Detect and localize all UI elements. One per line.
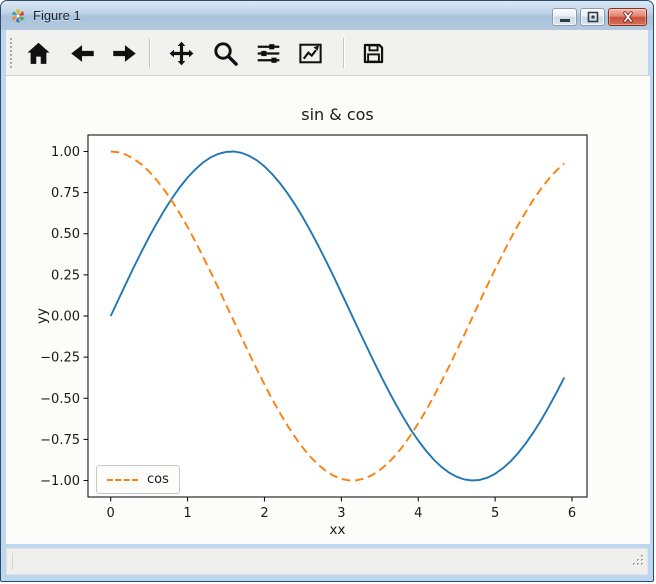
sliders-icon xyxy=(255,40,282,67)
resize-grip-icon[interactable] xyxy=(632,554,645,572)
x-tick-label: 4 xyxy=(414,506,422,521)
status-bar xyxy=(6,548,648,575)
x-tick-label: 1 xyxy=(183,506,191,521)
window-title: Figure 1 xyxy=(33,8,81,23)
x-tick-label: 5 xyxy=(491,506,499,521)
legend-cos-line-sample xyxy=(107,479,138,481)
toolbar-separator xyxy=(149,38,150,68)
y-tick-label: 0.00 xyxy=(51,310,80,325)
line-chart-icon xyxy=(297,40,324,67)
y-tick-label: 1.00 xyxy=(51,145,80,160)
toolbar-grip[interactable] xyxy=(10,38,13,68)
toolbar-save-button[interactable] xyxy=(354,34,392,72)
toolbar-edit-parameters-button[interactable] xyxy=(291,34,329,72)
toolbar-back-button[interactable] xyxy=(63,34,101,72)
x-tick-label: 3 xyxy=(337,506,345,521)
x-tick-label: 6 xyxy=(568,506,576,521)
y-axis-label: yy xyxy=(34,308,50,324)
legend-cos-label: cos xyxy=(147,472,169,487)
window-controls xyxy=(552,8,647,26)
matplotlib-logo-icon xyxy=(10,8,26,24)
y-tick-label: 0.50 xyxy=(51,227,80,242)
toolbar-home-button[interactable] xyxy=(19,34,57,72)
title-bar[interactable]: Figure 1 xyxy=(1,1,653,30)
y-tick-label: 0.75 xyxy=(51,186,80,201)
minimize-icon xyxy=(557,10,573,24)
toolbar-zoom-button[interactable] xyxy=(206,34,244,72)
figure-window: Figure 1 0 1 2 3 4 5 6 −1.00 −0.75 −0.50 −0.25 0.00… xyxy=(0,0,654,582)
pan-icon xyxy=(168,40,195,67)
x-tick-label: 2 xyxy=(260,506,268,521)
toolbar-separator xyxy=(343,38,344,68)
close-button[interactable] xyxy=(608,8,647,26)
y-tick-label: −0.75 xyxy=(40,433,80,448)
y-tick-label: −0.25 xyxy=(40,351,80,366)
toolbar xyxy=(6,30,648,76)
home-icon xyxy=(25,40,52,67)
toolbar-configure-subplots-button[interactable] xyxy=(249,34,287,72)
figure-canvas[interactable]: 0 1 2 3 4 5 6 −1.00 −0.75 −0.50 −0.25 0.00 0.25 0.50 0… xyxy=(6,76,650,544)
legend: cos xyxy=(96,465,180,494)
zoom-icon xyxy=(212,40,239,67)
y-tick-label: 0.25 xyxy=(51,268,80,283)
back-icon xyxy=(69,40,96,67)
close-icon xyxy=(620,10,636,24)
chart-title: sin & cos xyxy=(88,105,587,124)
forward-icon xyxy=(111,40,138,67)
x-axis-label: xx xyxy=(88,522,587,538)
minimize-button[interactable] xyxy=(552,8,577,26)
y-tick-label: −1.00 xyxy=(40,474,80,489)
toolbar-pan-button[interactable] xyxy=(162,34,200,72)
x-tick-label: 0 xyxy=(107,506,115,521)
toolbar-forward-button[interactable] xyxy=(105,34,143,72)
y-tick-label: −0.50 xyxy=(40,392,80,407)
maximize-button[interactable] xyxy=(580,8,605,26)
save-icon xyxy=(360,40,387,67)
maximize-icon xyxy=(585,10,601,24)
